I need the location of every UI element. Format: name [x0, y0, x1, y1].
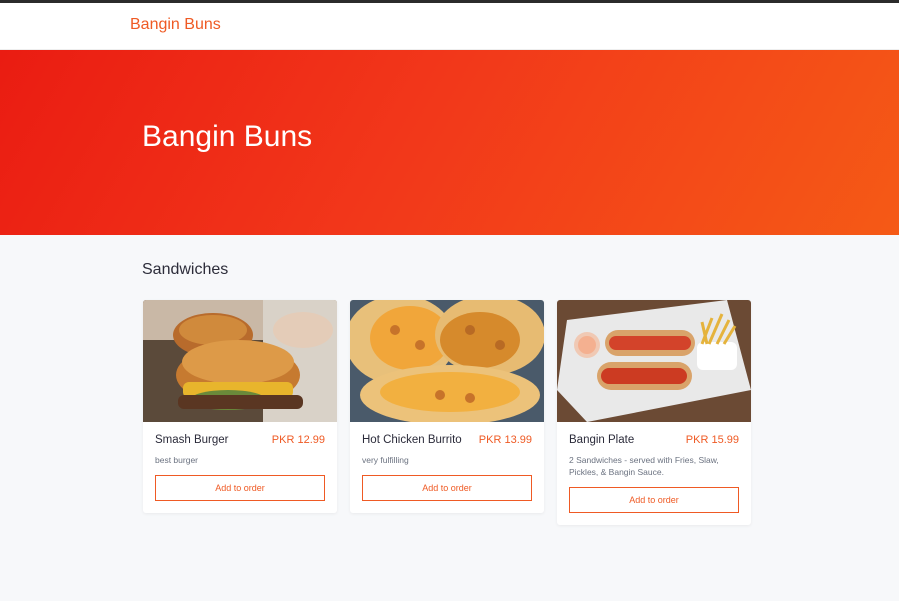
item-description: 2 Sandwiches - served with Fries, Slaw, … — [569, 455, 719, 477]
item-description: very fulfilling — [362, 455, 409, 465]
item-name: Hot Chicken Burrito — [362, 434, 462, 446]
burrito-photo — [350, 300, 544, 422]
item-name: Smash Burger — [155, 434, 229, 446]
add-to-order-button[interactable]: Add to order — [155, 475, 325, 501]
item-price: PKR 15.99 — [685, 434, 739, 446]
hero-banner: Bangin Buns — [0, 50, 899, 235]
item-price: PKR 13.99 — [478, 434, 532, 446]
navbar: Bangin Buns — [0, 3, 899, 50]
item-name: Bangin Plate — [569, 434, 635, 446]
brand-link[interactable]: Bangin Buns — [130, 16, 221, 34]
item-description: best burger — [155, 455, 198, 465]
section-title-sandwiches: Sandwiches — [142, 261, 229, 278]
smash-burger-photo — [143, 300, 337, 422]
menu-card-bangin-plate: Bangin Plate PKR 15.99 2 Sandwiches - se… — [557, 300, 751, 525]
menu-card-smash-burger: Smash Burger PKR 12.99 best burger Add t… — [143, 300, 337, 513]
add-to-order-button[interactable]: Add to order — [362, 475, 532, 501]
bangin-plate-photo — [557, 300, 751, 422]
item-price: PKR 12.99 — [271, 434, 325, 446]
add-to-order-button[interactable]: Add to order — [569, 487, 739, 513]
menu-card-hot-chicken-burrito: Hot Chicken Burrito PKR 13.99 very fulfi… — [350, 300, 544, 513]
hero-title: Bangin Buns — [142, 120, 313, 153]
